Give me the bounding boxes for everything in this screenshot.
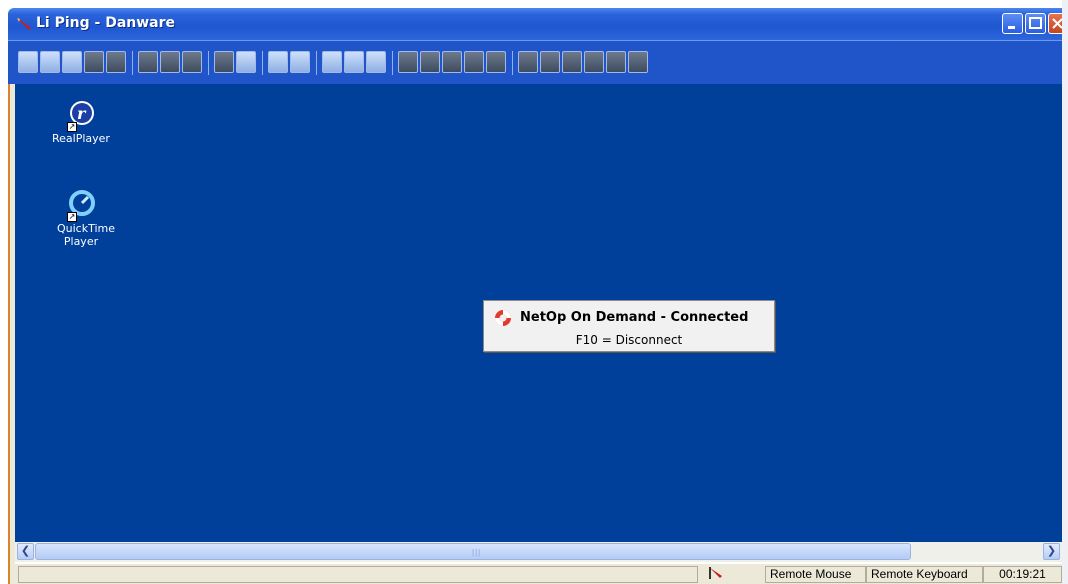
toolbar-button-lock-keyboard[interactable]: [160, 51, 180, 73]
toolbar-button-windows-start[interactable]: [322, 51, 342, 73]
toolbar-separator: [208, 51, 209, 75]
realplayer-icon: r ↗: [64, 98, 98, 132]
notification-title: NetOp On Demand - Connected: [520, 310, 749, 325]
scroll-left-button[interactable]: ❮: [17, 543, 34, 560]
netop-app-icon: [17, 18, 31, 30]
status-bar: Remote Mouse Remote Keyboard 00:19:21: [15, 564, 1062, 584]
chevron-right-icon: ❯: [1046, 545, 1057, 557]
desktop-icon-label: QuickTime Player: [57, 222, 116, 248]
toolbar-button-audio[interactable]: [84, 51, 104, 73]
notification-subtitle: F10 = Disconnect: [575, 333, 683, 347]
window-left-border: [8, 84, 15, 584]
toolbar-button-send-file[interactable]: [584, 51, 604, 73]
toolbar-button-tools[interactable]: [464, 51, 484, 73]
toolbar-separator: [512, 51, 513, 75]
shortcut-arrow-icon: ↗: [67, 122, 77, 132]
desktop-icon-realplayer[interactable]: r ↗ RealPlayer: [46, 98, 116, 145]
session-timer: 00:19:21: [983, 566, 1062, 583]
netop-status-icon: [709, 567, 722, 579]
toolbar-button-clipboard[interactable]: [214, 51, 234, 73]
minimize-button[interactable]: [1002, 13, 1023, 34]
remote-desktop[interactable]: r ↗ RealPlayer ↗ QuickTime Player NetOp …: [15, 84, 1062, 542]
toolbar-button-sort[interactable]: [366, 51, 386, 73]
toolbar-button-blank-screen[interactable]: [138, 51, 158, 73]
toolbar-button-chat[interactable]: [62, 51, 82, 73]
chevron-left-icon: ❮: [20, 545, 31, 557]
toolbar-separator: [392, 51, 393, 75]
remote-mouse-status[interactable]: Remote Mouse: [765, 566, 866, 583]
toolbar-separator: [316, 51, 317, 75]
toolbar-button-capture[interactable]: [442, 51, 462, 73]
toolbar: [8, 40, 1062, 85]
toolbar-button-file-transfer[interactable]: [40, 51, 60, 73]
toolbar-button-display[interactable]: [290, 51, 310, 73]
minimize-icon: [1008, 26, 1015, 29]
maximize-button[interactable]: [1025, 13, 1046, 34]
connection-notification: NetOp On Demand - Connected F10 = Discon…: [483, 300, 775, 352]
toolbar-button-message[interactable]: [420, 51, 440, 73]
maximize-icon: [1029, 17, 1042, 29]
toolbar-button-record[interactable]: [106, 51, 126, 73]
scroll-thumb[interactable]: |||: [35, 543, 911, 560]
window-edge: [0, 0, 8, 584]
toolbar-button-alert[interactable]: [628, 51, 648, 73]
desktop-icon-label: RealPlayer: [52, 132, 110, 145]
shortcut-arrow-icon: ↗: [67, 212, 77, 222]
toolbar-button-disconnect[interactable]: [540, 51, 560, 73]
horizontal-scrollbar[interactable]: ❮ ||| ❯: [15, 542, 1062, 562]
lifebuoy-icon: [495, 310, 511, 326]
quicktime-icon: ↗: [64, 188, 98, 222]
toolbar-button-full-screen[interactable]: [18, 51, 38, 73]
status-connection-indicator: [703, 566, 765, 583]
window-right-border: [1062, 0, 1068, 584]
toolbar-button-draw[interactable]: [562, 51, 582, 73]
grip-icon: |||: [472, 548, 482, 557]
remote-keyboard-status[interactable]: Remote Keyboard: [866, 566, 983, 583]
status-message: [18, 566, 698, 583]
toolbar-button-inventory[interactable]: [268, 51, 288, 73]
window-title: Li Ping - Danware: [36, 15, 176, 31]
toolbar-button-zoom[interactable]: [398, 51, 418, 73]
title-bar[interactable]: Li Ping - Danware: [8, 8, 1064, 40]
toolbar-separator: [262, 51, 263, 75]
toolbar-button-search[interactable]: [344, 51, 364, 73]
toolbar-button-connect[interactable]: [518, 51, 538, 73]
toolbar-button-transfer-flash-icon[interactable]: [236, 51, 256, 73]
scroll-right-button[interactable]: ❯: [1043, 543, 1060, 560]
toolbar-button-send-keys[interactable]: [182, 51, 202, 73]
toolbar-button-restart[interactable]: [486, 51, 506, 73]
close-icon: [1052, 18, 1063, 29]
desktop-icon-quicktime[interactable]: ↗ QuickTime Player: [46, 188, 116, 248]
toolbar-button-receive-file[interactable]: [606, 51, 626, 73]
remote-control-window: Li Ping - Danware r ↗ RealPlayer ↗ Quick…: [0, 0, 1068, 584]
toolbar-separator: [132, 51, 133, 75]
